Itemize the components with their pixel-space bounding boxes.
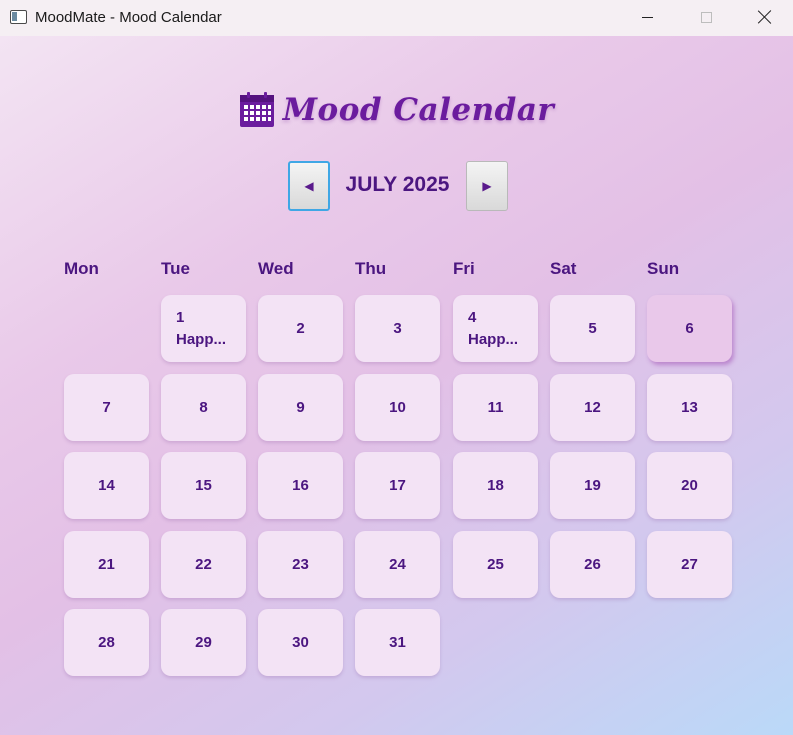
day-mood-label: Happ... [176, 330, 227, 348]
day-cell-15[interactable]: 15 [161, 452, 246, 519]
day-number: 3 [393, 320, 402, 337]
weekday-header-sat: Sat [550, 259, 577, 278]
day-number: 1 [176, 308, 185, 326]
day-cell-20[interactable]: 20 [647, 452, 732, 519]
day-cell-29[interactable]: 29 [161, 609, 246, 676]
day-cell-25[interactable]: 25 [453, 531, 538, 598]
day-cell-3[interactable]: 3 [355, 295, 440, 362]
day-cell-31[interactable]: 31 [355, 609, 440, 676]
day-cell-30[interactable]: 30 [258, 609, 343, 676]
day-cell-6[interactable]: 6 [647, 295, 732, 362]
day-cell-9[interactable]: 9 [258, 374, 343, 441]
day-cell-11[interactable]: 11 [453, 374, 538, 441]
day-cell-12[interactable]: 12 [550, 374, 635, 441]
day-cell-14[interactable]: 14 [64, 452, 149, 519]
month-label: JULY 2025 [345, 173, 450, 196]
day-number: 5 [588, 320, 597, 337]
next-month-button[interactable]: ▶ [466, 161, 508, 211]
day-cell-27[interactable]: 27 [647, 531, 732, 598]
day-number: 7 [102, 399, 111, 416]
day-number: 11 [487, 399, 504, 416]
day-cell-5[interactable]: 5 [550, 295, 635, 362]
day-number: 27 [681, 556, 698, 573]
window-title: MoodMate - Mood Calendar [35, 9, 222, 26]
day-number: 25 [487, 556, 504, 573]
day-cell-7[interactable]: 7 [64, 374, 149, 441]
day-number: 18 [487, 477, 504, 494]
day-number: 24 [389, 556, 406, 573]
day-cell-13[interactable]: 13 [647, 374, 732, 441]
weekday-header-sun: Sun [647, 259, 680, 278]
calendar-icon [239, 92, 274, 127]
day-number: 21 [98, 556, 115, 573]
maximize-button[interactable] [683, 0, 729, 34]
day-number: 6 [685, 320, 694, 337]
day-cell-22[interactable]: 22 [161, 531, 246, 598]
chevron-left-icon: ◀ [304, 179, 314, 193]
day-cell-10[interactable]: 10 [355, 374, 440, 441]
day-number: 28 [98, 634, 115, 651]
day-cell-1[interactable]: 1 Happ... [161, 295, 246, 362]
day-number: 22 [195, 556, 212, 573]
weekday-header-mon: Mon [64, 259, 99, 278]
close-button[interactable] [742, 0, 788, 34]
maximize-icon [700, 11, 712, 23]
day-number: 4 [468, 308, 477, 326]
day-number: 14 [98, 477, 115, 494]
weekday-header-fri: Fri [453, 259, 475, 278]
weekday-header-wed: Wed [258, 259, 294, 278]
page-title: Mood Calendar [0, 92, 793, 128]
day-cell-18[interactable]: 18 [453, 452, 538, 519]
day-cell-4[interactable]: 4 Happ... [453, 295, 538, 362]
day-cell-19[interactable]: 19 [550, 452, 635, 519]
minimize-icon [641, 16, 653, 18]
day-number: 8 [199, 399, 208, 416]
day-number: 31 [389, 634, 406, 651]
day-number: 10 [389, 399, 406, 416]
day-cell-24[interactable]: 24 [355, 531, 440, 598]
day-number: 16 [292, 477, 309, 494]
day-number: 12 [584, 399, 601, 416]
app-window-icon [10, 10, 27, 24]
chevron-right-icon: ▶ [482, 179, 492, 193]
calendar-view: Mood Calendar ◀ JULY 2025 ▶ Mon Tue Wed Thu… [0, 36, 793, 735]
close-icon [758, 10, 772, 24]
previous-month-button[interactable]: ◀ [288, 161, 330, 211]
day-number: 13 [681, 399, 698, 416]
day-cell-26[interactable]: 26 [550, 531, 635, 598]
day-number: 17 [389, 477, 406, 494]
page-title-text: Mood Calendar [282, 92, 555, 128]
day-cell-2[interactable]: 2 [258, 295, 343, 362]
minimize-button[interactable] [624, 0, 670, 34]
day-cell-16[interactable]: 16 [258, 452, 343, 519]
day-number: 20 [681, 477, 698, 494]
day-cell-23[interactable]: 23 [258, 531, 343, 598]
day-number: 9 [296, 399, 305, 416]
title-bar: MoodMate - Mood Calendar [0, 0, 793, 36]
day-number: 15 [195, 477, 212, 494]
day-number: 23 [292, 556, 309, 573]
day-number: 30 [292, 634, 309, 651]
day-cell-8[interactable]: 8 [161, 374, 246, 441]
day-cell-21[interactable]: 21 [64, 531, 149, 598]
day-mood-label: Happ... [468, 330, 519, 348]
day-number: 26 [584, 556, 601, 573]
day-number: 19 [584, 477, 601, 494]
weekday-header-tue: Tue [161, 259, 190, 278]
day-number: 2 [296, 320, 305, 337]
day-cell-28[interactable]: 28 [64, 609, 149, 676]
weekday-header-thu: Thu [355, 259, 387, 278]
day-cell-17[interactable]: 17 [355, 452, 440, 519]
day-number: 29 [195, 634, 212, 651]
